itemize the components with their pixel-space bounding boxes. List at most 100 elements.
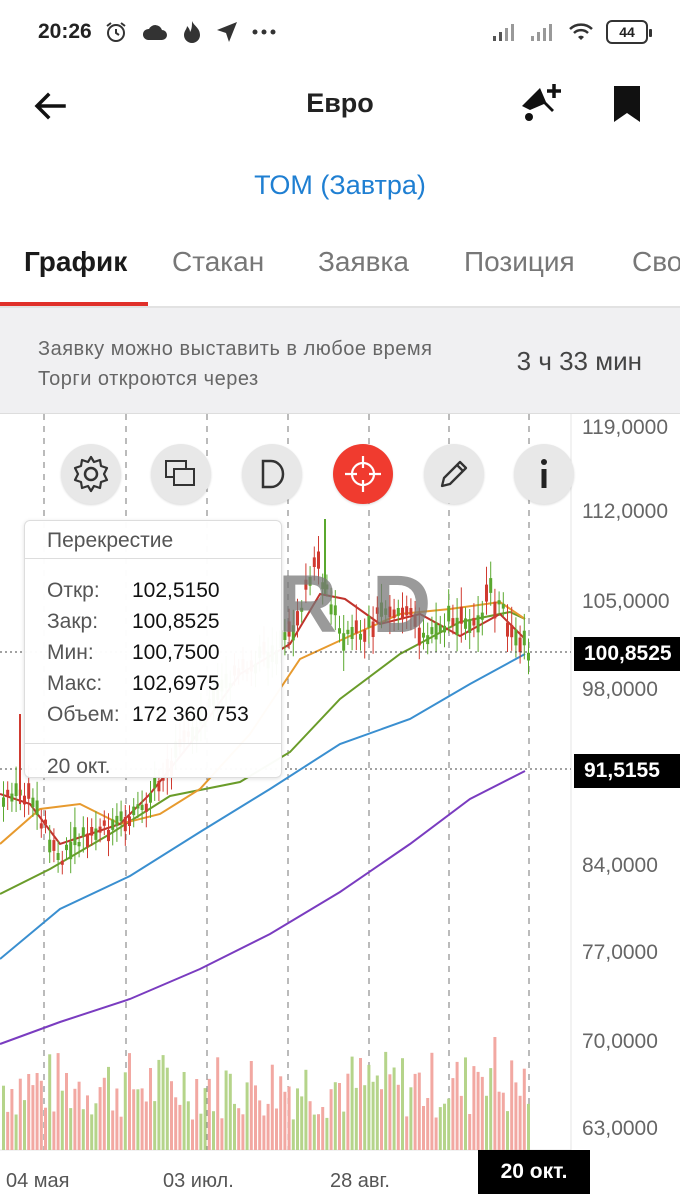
volume-bar (182, 1072, 186, 1150)
volume-bar (312, 1114, 316, 1150)
tab-orderbook[interactable]: Стакан (172, 246, 264, 278)
volume-bar (413, 1073, 417, 1150)
tab-order[interactable]: Заявка (318, 246, 409, 278)
volume-bar (262, 1115, 266, 1150)
crosshair-panel-title: Перекрестие (47, 529, 174, 552)
candle-body (10, 793, 14, 802)
candle-body (480, 612, 484, 620)
open-value: 102,5150 (132, 579, 220, 602)
candle-body (140, 804, 144, 810)
last-price-tag: 100,8525 (574, 637, 680, 671)
alarm-icon (106, 22, 126, 42)
watermark: R D (278, 559, 438, 650)
volume-bar (443, 1103, 446, 1150)
volume-bar (501, 1092, 505, 1150)
candle-body (27, 783, 31, 799)
volume-bar (195, 1079, 199, 1150)
volume-bar (69, 1108, 73, 1150)
page-title: Евро (306, 88, 374, 118)
volume-bar (317, 1114, 320, 1150)
volume-bar (191, 1119, 194, 1150)
volume-bar (380, 1089, 383, 1150)
volume-bar (485, 1095, 488, 1150)
candle-body (464, 618, 467, 629)
candle-body (39, 823, 43, 829)
more-dots-icon (252, 29, 276, 35)
close-label: Закр: (47, 610, 99, 633)
volume-bar (426, 1098, 430, 1150)
tab-summary[interactable]: Сво (632, 246, 680, 278)
volume-bar (510, 1060, 514, 1150)
volume-bar (283, 1091, 287, 1150)
y-tick: 98,0000 (582, 678, 658, 701)
volume-bar (409, 1087, 413, 1150)
candle-body (31, 797, 35, 808)
candle-body (485, 584, 488, 602)
volume-bar (6, 1111, 10, 1150)
y-tick: 70,0000 (582, 1030, 658, 1053)
volume-bar (132, 1089, 136, 1150)
candle-body (506, 622, 509, 637)
volume-bar (186, 1101, 190, 1150)
candle-body (468, 620, 472, 633)
volume-bar (459, 1095, 463, 1150)
d-button[interactable] (242, 444, 302, 504)
candle-body (518, 637, 522, 653)
volume-bar (384, 1051, 388, 1150)
candle-body (132, 806, 136, 816)
low-value: 100,7500 (132, 641, 220, 664)
candle-body (115, 815, 119, 826)
candle-body (144, 803, 148, 812)
volume-bar (18, 1078, 22, 1150)
candle-body (438, 624, 442, 633)
volume-bar (102, 1077, 106, 1150)
volume-bar (199, 1113, 203, 1150)
candle-body (489, 578, 493, 593)
y-tick: 77,0000 (582, 941, 658, 964)
volume-bar (241, 1114, 245, 1150)
crosshair-date-tag: 20 окт. (478, 1150, 590, 1194)
high-label: Макс: (47, 672, 103, 695)
volume-bar (392, 1067, 396, 1150)
candle-body (136, 804, 140, 809)
crosshair-button[interactable] (333, 444, 393, 504)
app-bar: Евро (0, 64, 680, 148)
volume-bar (228, 1073, 232, 1150)
volume-bar (10, 1089, 14, 1150)
info-button[interactable] (514, 444, 574, 504)
volume-bar (94, 1103, 98, 1150)
x-tick: 04 мая (6, 1170, 70, 1192)
settings-button[interactable] (61, 444, 121, 504)
candle-body (52, 840, 56, 851)
volume-bar (422, 1106, 425, 1150)
tab-position[interactable]: Позиция (464, 246, 575, 278)
volume-bar (233, 1103, 236, 1150)
candle-body (107, 829, 110, 842)
price-chart[interactable]: R D Перекрестие Откр: 102,5150 Закр: 100… (0, 414, 680, 1200)
notice-timer: 3 ч 33 мин (516, 346, 642, 376)
add-alert-button[interactable] (518, 82, 570, 128)
volume-bar (48, 1054, 52, 1150)
candle-body (81, 827, 85, 837)
volume-bar (350, 1056, 354, 1150)
volume-bar (170, 1081, 173, 1150)
volume-bar (144, 1101, 148, 1150)
draw-button[interactable] (424, 444, 484, 504)
candle-body (493, 601, 497, 619)
volume-bar (287, 1086, 291, 1150)
volume-bar (174, 1097, 178, 1150)
session-link[interactable]: ТОМ (Завтра) (0, 170, 680, 201)
volume-bar (81, 1109, 85, 1150)
bookmark-button[interactable] (612, 84, 656, 130)
volume-bar (480, 1076, 484, 1150)
volume-bar (489, 1068, 493, 1150)
layers-button[interactable] (151, 444, 211, 504)
volume-bar (258, 1100, 262, 1150)
tab-chart[interactable]: График (24, 246, 127, 278)
volume-bar (430, 1052, 434, 1150)
volume-bar (161, 1055, 165, 1150)
volume-bar (514, 1082, 518, 1150)
volume-bar (115, 1088, 119, 1150)
x-tick: 28 авг. (330, 1170, 390, 1192)
candle-body (65, 844, 68, 851)
